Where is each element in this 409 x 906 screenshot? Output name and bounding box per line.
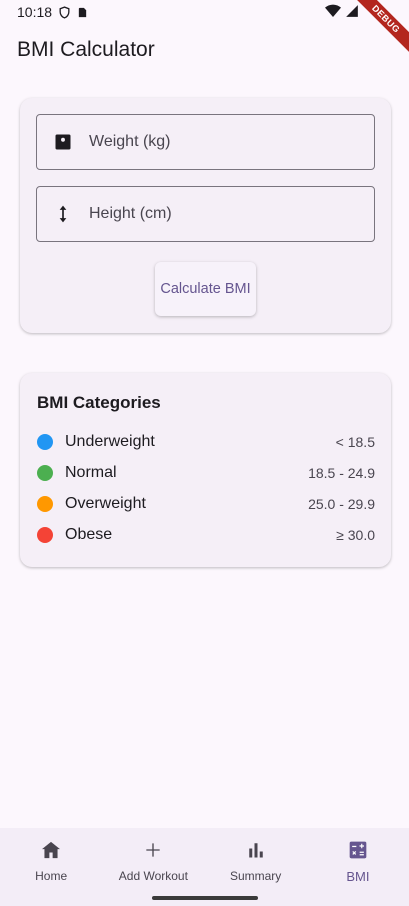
nav-item-summary[interactable]: Summary — [205, 828, 307, 906]
category-name: Obese — [65, 526, 113, 543]
obese-color-dot — [37, 527, 53, 543]
weight-field[interactable] — [36, 114, 375, 170]
category-range: < 18.5 — [335, 434, 375, 450]
signal-icon — [345, 4, 359, 23]
bar-chart-icon — [244, 838, 268, 862]
category-range: ≥ 30.0 — [336, 527, 375, 543]
category-row-obese: Obese ≥ 30.0 — [37, 523, 375, 547]
height-arrows-icon — [51, 202, 75, 226]
calculator-icon — [346, 838, 370, 862]
nav-label-home: Home — [35, 869, 68, 883]
weight-input[interactable] — [89, 133, 339, 151]
height-input[interactable] — [89, 205, 339, 223]
category-name: Underweight — [65, 433, 155, 450]
status-icons — [325, 4, 359, 23]
wifi-icon — [325, 4, 341, 23]
status-time: 10:18 — [17, 4, 53, 20]
category-row-normal: Normal 18.5 - 24.9 — [37, 461, 375, 485]
height-field[interactable] — [36, 186, 375, 242]
category-range: 18.5 - 24.9 — [308, 465, 375, 481]
underweight-color-dot — [37, 434, 53, 450]
overweight-color-dot — [37, 496, 53, 512]
category-row-underweight: Underweight < 18.5 — [37, 430, 375, 454]
category-name: Normal — [65, 464, 117, 481]
categories-title: BMI Categories — [37, 393, 161, 412]
page-title: BMI Calculator — [17, 38, 155, 61]
nav-label-bmi: BMI — [346, 869, 370, 884]
plus-icon — [141, 838, 165, 862]
category-name: Overweight — [65, 495, 146, 512]
nav-label-add-workout: Add Workout — [118, 869, 188, 883]
bmi-categories-card: BMI Categories Underweight < 18.5 Normal… — [20, 373, 391, 567]
normal-color-dot — [37, 465, 53, 481]
nav-item-bmi[interactable]: BMI — [307, 828, 409, 906]
bottom-navigation: Home Add Workout Summary BMI — [0, 828, 409, 906]
home-icon — [39, 838, 63, 862]
nav-item-home[interactable]: Home — [0, 828, 102, 906]
bmi-input-card: Calculate BMI — [20, 98, 391, 333]
nav-item-add-workout[interactable]: Add Workout — [102, 828, 204, 906]
calculate-bmi-button[interactable]: Calculate BMI — [155, 262, 256, 316]
sd-card-icon — [77, 6, 88, 19]
scale-icon — [51, 130, 75, 154]
category-row-overweight: Overweight 25.0 - 29.9 — [37, 492, 375, 516]
category-range: 25.0 - 29.9 — [308, 496, 375, 512]
nav-label-summary: Summary — [229, 869, 282, 883]
shield-icon — [58, 5, 71, 19]
home-gesture-bar[interactable] — [152, 896, 258, 900]
